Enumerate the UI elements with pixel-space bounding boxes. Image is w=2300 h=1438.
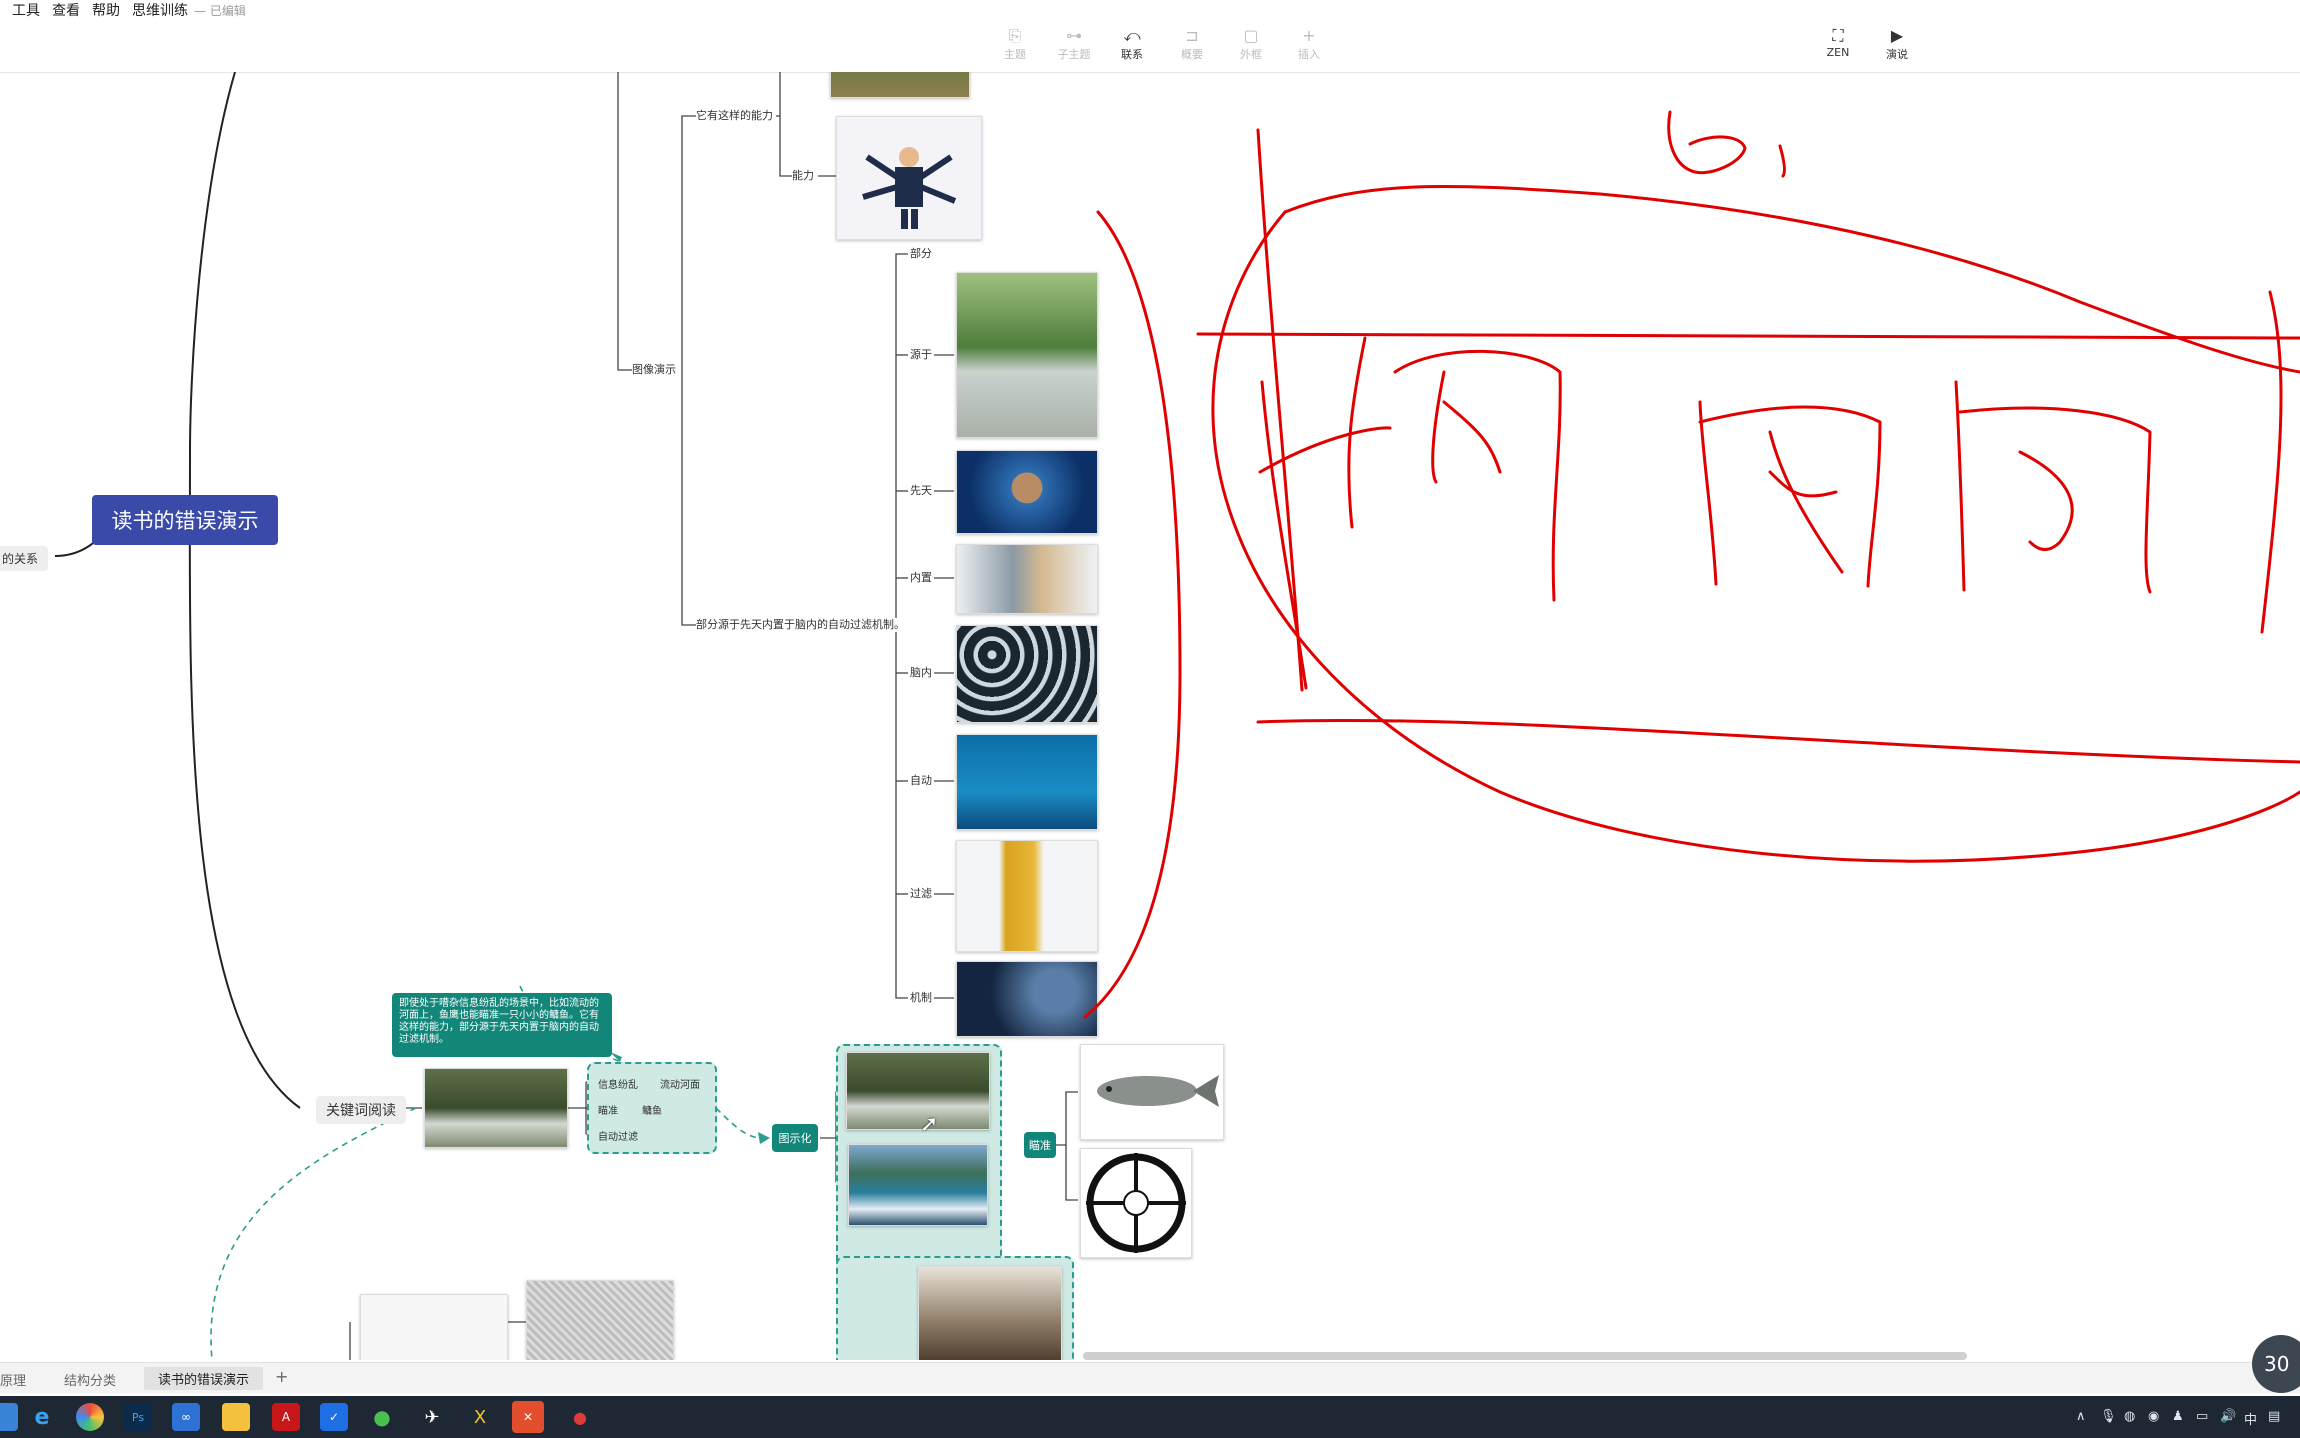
ime-indicator[interactable]: 中 bbox=[2244, 1409, 2257, 1428]
record-icon[interactable]: ● bbox=[566, 1403, 594, 1431]
sheet-tab-principle[interactable]: 原理 bbox=[0, 1370, 26, 1389]
tray-arrow-icon[interactable]: ∧ bbox=[2076, 1409, 2086, 1424]
colorful-app-icon[interactable] bbox=[76, 1403, 104, 1431]
display-icon[interactable]: ▭ bbox=[2196, 1409, 2208, 1424]
wechat-icon[interactable]: ● bbox=[368, 1403, 396, 1431]
zen-button[interactable]: ⛶ ZEN bbox=[1813, 26, 1863, 59]
boundary-icon: ▢ bbox=[1243, 26, 1259, 45]
wechat-tray-icon[interactable]: ◉ bbox=[2148, 1409, 2159, 1424]
toolbar: ⎘ 主题 ⊶ 子主题 ⤺ 联系 ⊐ 概要 ▢ 外框 + 插入 ⛶ ZEN ▶ 演说 bbox=[0, 0, 2300, 73]
os-taskbar: e Ps ∞ A ✓ ● ✈ X ✕ ● ∧ 🎙 ◍ ◉ ♟ ▭ 🔊 中 ▤ bbox=[0, 1396, 2300, 1438]
xmind-icon[interactable]: X bbox=[466, 1403, 494, 1431]
plus-icon: + bbox=[1302, 26, 1316, 45]
summary-icon: ⊐ bbox=[1185, 26, 1199, 45]
ie-icon[interactable]: e bbox=[28, 1403, 56, 1431]
subtopic-button[interactable]: ⊶ 子主题 bbox=[1049, 26, 1099, 62]
office-icon[interactable]: ✕ bbox=[512, 1401, 544, 1433]
horizontal-scrollbar[interactable] bbox=[1083, 1352, 1967, 1360]
mindmap-canvas[interactable]: 读书的错误演示 的关系 它有这样的能力 能力 图像演示 部分源于先天内置于脑内的… bbox=[0, 72, 2300, 1360]
ink-annotation-layer bbox=[1083, 110, 2300, 1019]
presentation-button[interactable]: ▶ 演说 bbox=[1872, 26, 1922, 62]
topic-icon: ⎘ bbox=[1008, 26, 1022, 45]
relationship-button[interactable]: ⤺ 联系 bbox=[1107, 26, 1157, 62]
add-sheet-button[interactable]: + bbox=[275, 1367, 288, 1386]
notification-icon[interactable]: ▤ bbox=[2268, 1409, 2280, 1424]
boundary-button[interactable]: ▢ 外框 bbox=[1226, 26, 1276, 62]
shield-icon[interactable]: ✓ bbox=[320, 1403, 348, 1431]
folder-icon[interactable] bbox=[222, 1403, 250, 1431]
mic-icon[interactable]: 🎙 bbox=[2100, 1409, 2117, 1424]
network-app-icon[interactable]: ◍ bbox=[2124, 1409, 2135, 1424]
feishu-icon[interactable]: ✈ bbox=[418, 1403, 446, 1431]
subtopic-icon: ⊶ bbox=[1066, 26, 1082, 45]
play-icon: ▶ bbox=[1890, 26, 1904, 45]
app-icon[interactable]: ∞ bbox=[172, 1403, 200, 1431]
insert-button[interactable]: + 插入 bbox=[1284, 26, 1334, 62]
photoshop-icon[interactable]: Ps bbox=[124, 1403, 152, 1431]
topic-button[interactable]: ⎘ 主题 bbox=[990, 26, 1040, 62]
volume-icon[interactable]: 🔊 bbox=[2220, 1409, 2236, 1424]
sheet-tab-reading-demo[interactable]: 读书的错误演示 bbox=[144, 1367, 264, 1390]
fullscreen-icon: ⛶ bbox=[1832, 26, 1844, 45]
sheet-tabs-bar: 原理 结构分类 读书的错误演示 + bbox=[0, 1362, 2300, 1393]
summary-button[interactable]: ⊐ 概要 bbox=[1167, 26, 1217, 62]
relationship-icon: ⤺ bbox=[1123, 26, 1141, 45]
sheet-tab-structure[interactable]: 结构分类 bbox=[64, 1370, 116, 1389]
start-partial-icon[interactable] bbox=[0, 1403, 18, 1431]
acrobat-icon[interactable]: A bbox=[272, 1403, 300, 1431]
qq-tray-icon[interactable]: ♟ bbox=[2172, 1409, 2184, 1424]
